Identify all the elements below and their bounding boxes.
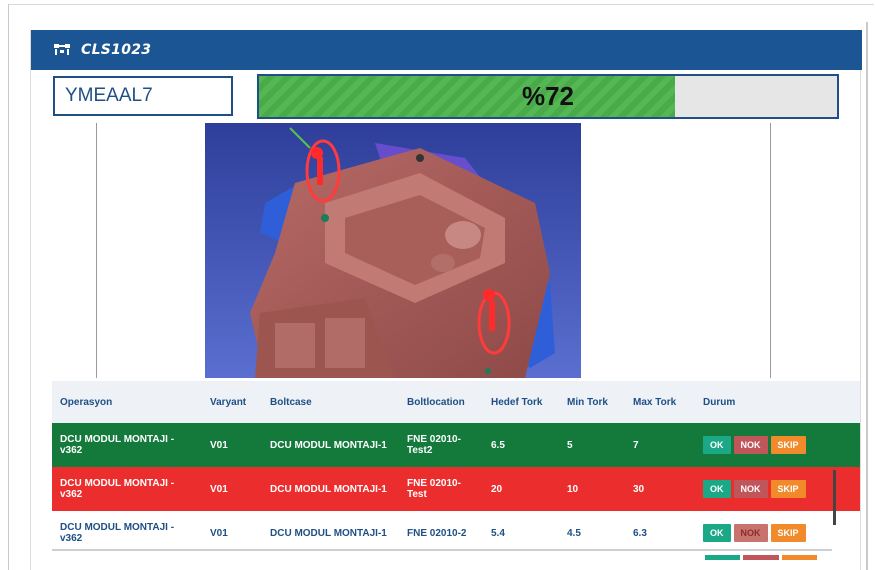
cell-operasyon: DCU MODUL MONTAJI - v362	[52, 467, 202, 511]
cell-boltlocation: FNE 02010-Test2	[399, 423, 483, 467]
serial-number-field: YMEAAL7	[53, 76, 233, 116]
page-divider	[866, 22, 868, 570]
cell-boltcase: DCU MODUL MONTAJI-1	[262, 423, 399, 467]
cell-hedef-tork: 20	[483, 467, 559, 511]
card-header: CLS1023	[31, 30, 862, 70]
col-min-tork: Min Tork	[559, 381, 625, 423]
station-title: CLS1023	[81, 42, 152, 58]
device-icon	[54, 44, 70, 55]
table-header-row: Operasyon Varyant Boltcase Boltlocation …	[52, 381, 860, 423]
table-scrollbar[interactable]	[833, 470, 836, 525]
col-durum: Durum	[695, 381, 860, 423]
nok-button[interactable]: NOK	[733, 524, 768, 542]
cell-boltlocation: FNE 02010-Test	[399, 467, 483, 511]
cell-varyant: V01	[202, 423, 262, 467]
table-row-divider	[52, 549, 832, 551]
ok-button[interactable]: OK	[703, 436, 731, 454]
cell-durum: OK NOK SKIP	[695, 423, 860, 467]
col-varyant: Varyant	[202, 381, 262, 423]
cell-min-tork: 5	[559, 423, 625, 467]
col-hedef-tork: Hedef Tork	[483, 381, 559, 423]
nok-button[interactable]: NOK	[733, 436, 768, 454]
cell-max-tork: 30	[625, 467, 695, 511]
cell-min-tork: 10	[559, 467, 625, 511]
col-max-tork: Max Tork	[625, 381, 695, 423]
skip-button[interactable]: SKIP	[770, 524, 806, 542]
table-row: DCU MODUL MONTAJI - v362 V01 DCU MODUL M…	[52, 467, 860, 511]
cell-operasyon: DCU MODUL MONTAJI - v362	[52, 423, 202, 467]
nok-button[interactable]: NOK	[733, 480, 768, 498]
cell-max-tork: 7	[625, 423, 695, 467]
progress-label: %72	[521, 81, 575, 111]
image-frame-left	[96, 123, 97, 378]
cell-hedef-tork: 6.5	[483, 423, 559, 467]
col-boltlocation: Boltlocation	[399, 381, 483, 423]
cell-boltcase: DCU MODUL MONTAJI-1	[262, 467, 399, 511]
skip-button[interactable]: SKIP	[770, 480, 806, 498]
table-row: DCU MODUL MONTAJI - v362 V01 DCU MODUL M…	[52, 423, 860, 467]
progress-bar: %72	[257, 74, 839, 119]
col-boltcase: Boltcase	[262, 381, 399, 423]
ok-button[interactable]: OK	[703, 524, 731, 542]
image-frame-right	[770, 123, 771, 378]
part-image	[205, 123, 581, 378]
col-operasyon: Operasyon	[52, 381, 202, 423]
next-row-buttons	[705, 555, 817, 560]
cell-varyant: V01	[202, 467, 262, 511]
skip-button[interactable]: SKIP	[770, 436, 806, 454]
bolt-table: Operasyon Varyant Boltcase Boltlocation …	[52, 381, 860, 570]
ok-button[interactable]: OK	[703, 480, 731, 498]
serial-number-value: YMEAAL7	[65, 85, 153, 106]
